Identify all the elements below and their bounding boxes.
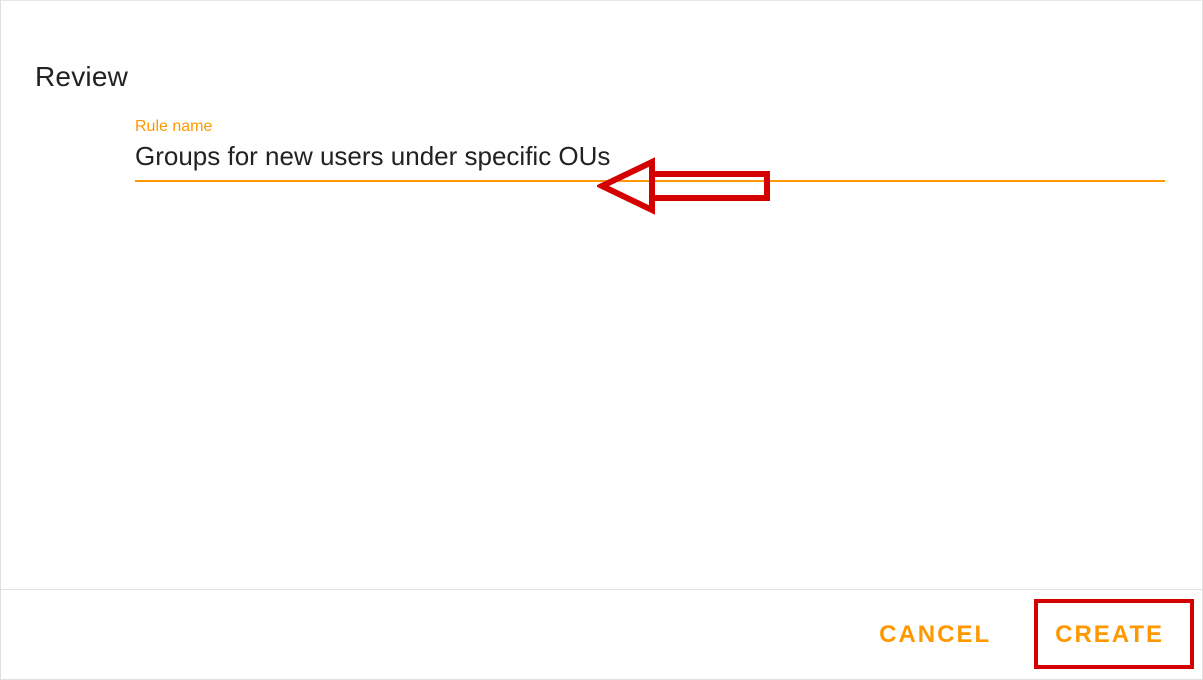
- rule-name-input-wrap: [135, 140, 1165, 182]
- dialog-button-bar: CANCEL CREATE: [1, 589, 1202, 679]
- create-button[interactable]: CREATE: [1037, 609, 1182, 661]
- dialog-content: Review Rule name: [1, 1, 1202, 589]
- rule-name-label: Rule name: [135, 117, 1165, 138]
- cancel-button[interactable]: CANCEL: [861, 609, 1009, 661]
- section-title: Review: [35, 61, 1168, 93]
- rule-name-field: Rule name: [135, 117, 1165, 182]
- review-dialog: Review Rule name CANCEL CREATE: [0, 0, 1203, 680]
- rule-name-input[interactable]: [135, 140, 1165, 174]
